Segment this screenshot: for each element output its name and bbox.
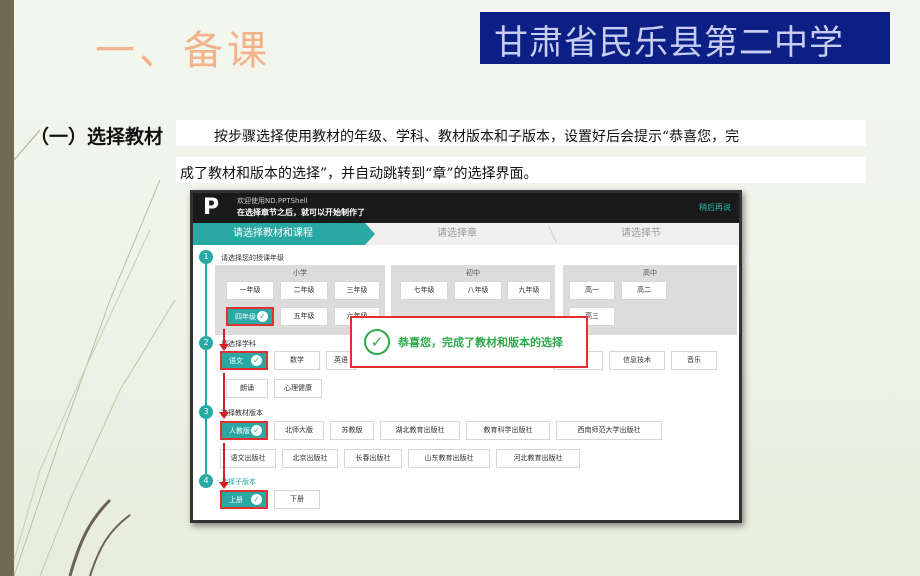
subject-button-selected[interactable]: 语文 ✓: [220, 351, 268, 370]
subedition-button-selected[interactable]: 上册 ✓: [220, 490, 268, 509]
left-accent-bar: [0, 0, 14, 576]
step-number-4: 4: [199, 474, 213, 488]
group-primary-title: 小学: [293, 269, 307, 277]
edition-label: 人教版: [229, 427, 250, 435]
app-header: P 欢迎使用ND.PPTShell 在选择章节之后，就可以开始制作了 稍后再说: [193, 193, 739, 223]
grade-button[interactable]: 九年级: [507, 281, 551, 300]
edition-button[interactable]: 苏教版: [330, 421, 374, 440]
step-bar: 请选择教材和课程 请选择章 请选择节: [193, 223, 739, 245]
school-banner: 甘肃省民乐县第二中学: [480, 12, 890, 64]
edition-button[interactable]: 语文出版社: [220, 449, 276, 468]
grade-button[interactable]: 二年级: [280, 281, 328, 300]
step-chapter[interactable]: 请选择章: [437, 223, 477, 245]
subject-button[interactable]: 音乐: [671, 351, 717, 370]
grade-button[interactable]: 高一: [569, 281, 615, 300]
red-arrow: [219, 329, 229, 351]
subject-button[interactable]: 朗诵: [226, 379, 268, 398]
subject-button[interactable]: 心理健康: [274, 379, 322, 398]
check-icon: ✓: [251, 355, 262, 366]
edition-button-selected[interactable]: 人教版 ✓: [220, 421, 268, 440]
step-textbook[interactable]: 请选择教材和课程: [193, 223, 375, 245]
instruction-text: 在选择章节之后，就可以开始制作了: [237, 208, 365, 217]
red-arrow: [219, 373, 229, 419]
grade-button-selected[interactable]: 四年级 ✓: [226, 307, 274, 326]
check-icon: ✓: [257, 311, 268, 322]
subject-button[interactable]: 数学: [274, 351, 320, 370]
step-divider: [538, 225, 558, 243]
edition-button[interactable]: 长春出版社: [344, 449, 402, 468]
grade-button[interactable]: 七年级: [400, 281, 448, 300]
check-icon: ✓: [251, 425, 262, 436]
edition-button[interactable]: 西南师范大学出版社: [556, 421, 662, 440]
step-number-3: 3: [199, 405, 213, 419]
step-number-1: 1: [199, 250, 213, 264]
edition-button[interactable]: 河北教育出版社: [496, 449, 580, 468]
edition-button[interactable]: 山东教育出版社: [408, 449, 490, 468]
decorative-lines: [13, 129, 176, 576]
section-title-grade: 请选择您的授课年级: [221, 254, 284, 262]
group-middle-title: 初中: [466, 269, 480, 277]
edition-button[interactable]: 北京出版社: [282, 449, 338, 468]
grade-button[interactable]: 一年级: [226, 281, 274, 300]
subject-button[interactable]: 信息技术: [609, 351, 665, 370]
grade-button[interactable]: 高二: [621, 281, 667, 300]
grade-button[interactable]: 三年级: [334, 281, 380, 300]
section-heading: （一）选择教材: [30, 126, 164, 148]
edition-button[interactable]: 教育科学出版社: [466, 421, 550, 440]
progress-line: [205, 253, 207, 483]
step-number-2: 2: [199, 336, 213, 350]
step-section[interactable]: 请选择节: [621, 223, 661, 245]
app-window: P 欢迎使用ND.PPTShell 在选择章节之后，就可以开始制作了 稍后再说 …: [190, 190, 742, 523]
grade-button[interactable]: 八年级: [454, 281, 502, 300]
description-line-2: 成了教材和版本的选择”，并自动跳转到“章”的选择界面。: [180, 166, 538, 182]
slide-title: 一、备课: [95, 28, 271, 74]
later-link[interactable]: 稍后再说: [699, 202, 731, 213]
subedition-button[interactable]: 下册: [274, 490, 320, 509]
edition-button[interactable]: 湖北教育出版社: [380, 421, 460, 440]
red-arrow: [219, 443, 229, 489]
group-high-title: 高中: [643, 269, 657, 277]
popup-message: 恭喜您，完成了教材和版本的选择: [398, 336, 563, 349]
logo-icon: P: [203, 195, 220, 220]
grade-label: 四年级: [235, 313, 256, 321]
success-popup: ✓ 恭喜您，完成了教材和版本的选择: [350, 316, 588, 368]
subedition-label: 上册: [229, 496, 243, 504]
description-line-1: 按步骤选择使用教材的年级、学科、教材版本和子版本，设置好后会提示“恭喜您，完: [214, 129, 740, 145]
success-check-icon: ✓: [364, 329, 390, 355]
edition-button[interactable]: 北师大版: [274, 421, 324, 440]
subject-label: 语文: [229, 357, 243, 365]
check-icon: ✓: [251, 494, 262, 505]
grade-button[interactable]: 五年级: [280, 307, 328, 326]
welcome-text: 欢迎使用ND.PPTShell: [237, 197, 308, 205]
